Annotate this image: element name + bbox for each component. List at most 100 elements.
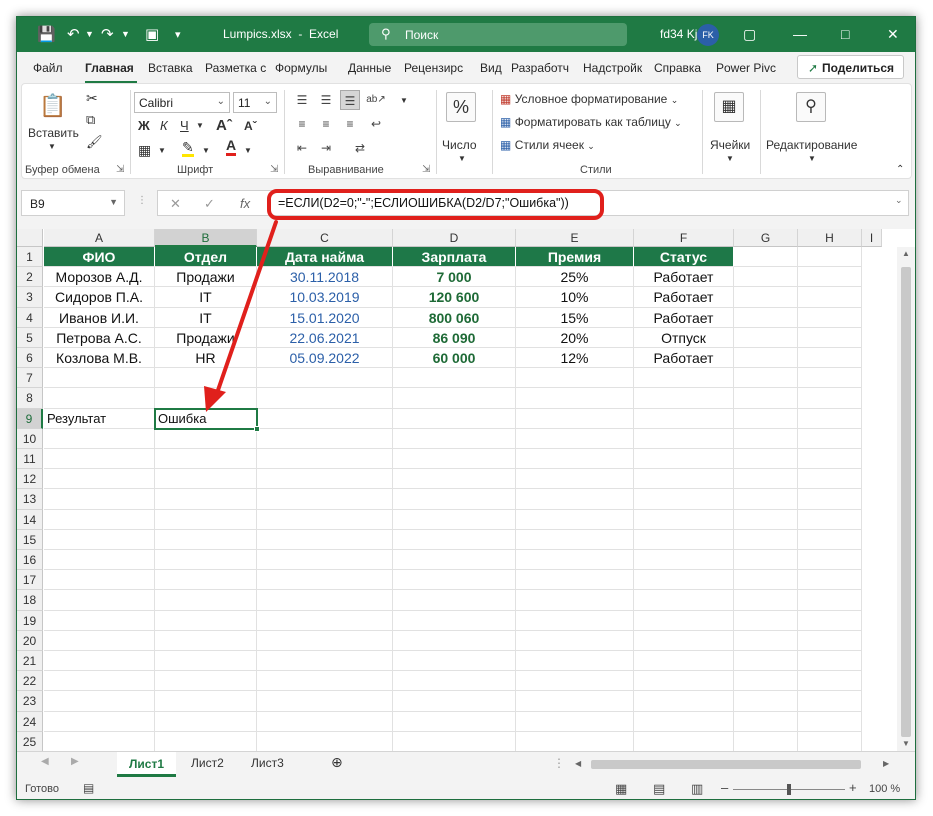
cell-d9[interactable] xyxy=(393,408,516,429)
sheet-tab-3[interactable]: Лист3 xyxy=(251,756,284,770)
cell-h12[interactable] xyxy=(798,469,862,490)
cell-h10[interactable] xyxy=(798,428,862,449)
cell-a10[interactable] xyxy=(44,428,155,449)
cell-f15[interactable] xyxy=(634,529,734,550)
row-header-8[interactable]: 8 xyxy=(17,388,43,409)
cell-h15[interactable] xyxy=(798,529,862,550)
cell-a5[interactable]: Петрова А.С. xyxy=(44,327,155,348)
cell-c12[interactable] xyxy=(257,469,393,490)
scroll-down-icon[interactable]: ▼ xyxy=(902,739,910,748)
cell-f4[interactable]: Работает xyxy=(634,307,734,328)
row-header-9[interactable]: 9 xyxy=(17,408,43,429)
cell-c19[interactable] xyxy=(257,610,393,631)
cell-h9[interactable] xyxy=(798,408,862,429)
cell-c9[interactable] xyxy=(257,408,393,429)
page-layout-view-icon[interactable]: ▤ xyxy=(653,781,665,797)
cell-e25[interactable] xyxy=(516,731,634,752)
cell-a2[interactable]: Морозов А.Д. xyxy=(44,267,155,288)
tab-power-pivot[interactable]: Power Pivc xyxy=(716,61,776,75)
scroll-right-icon[interactable]: ▶ xyxy=(883,759,889,768)
cell-a14[interactable] xyxy=(44,509,155,530)
cell-g24[interactable] xyxy=(734,711,798,732)
cell-h17[interactable] xyxy=(798,570,862,591)
cell-c4[interactable]: 15.01.2020 xyxy=(257,307,393,328)
cell-b11[interactable] xyxy=(155,449,257,470)
cell-d20[interactable] xyxy=(393,630,516,651)
minimize-icon[interactable]: — xyxy=(793,26,807,42)
cell-g5[interactable] xyxy=(734,327,798,348)
cell-b8[interactable] xyxy=(155,388,257,409)
tab-review[interactable]: Рецензирс xyxy=(404,61,463,75)
cell-styles-button[interactable]: ▦ Стили ячеек ⌄ xyxy=(500,138,595,152)
prev-sheet-icon[interactable]: ◀ xyxy=(41,756,49,767)
cell-b13[interactable] xyxy=(155,489,257,510)
search-box[interactable]: ⚲ Поиск xyxy=(369,23,627,46)
row-header-25[interactable]: 25 xyxy=(17,731,43,752)
cell-d24[interactable] xyxy=(393,711,516,732)
cell-f2[interactable]: Работает xyxy=(634,267,734,288)
cells-button[interactable]: Ячейки xyxy=(710,138,750,152)
align-center-icon[interactable]: ≡ xyxy=(316,114,336,134)
cell-d21[interactable] xyxy=(393,651,516,672)
cell-h3[interactable] xyxy=(798,287,862,308)
align-top-icon[interactable]: ☰ xyxy=(292,90,312,110)
cell-c24[interactable] xyxy=(257,711,393,732)
cell-f12[interactable] xyxy=(634,469,734,490)
cell-b2[interactable]: Продажи xyxy=(155,267,257,288)
cell-e18[interactable] xyxy=(516,590,634,611)
decrease-indent-icon[interactable]: ⇤ xyxy=(292,138,312,158)
cell-e14[interactable] xyxy=(516,509,634,530)
cancel-icon[interactable]: ✕ xyxy=(170,196,181,212)
cell-h11[interactable] xyxy=(798,449,862,470)
cell-b7[interactable] xyxy=(155,368,257,389)
increase-indent-icon[interactable]: ⇥ xyxy=(316,138,336,158)
more-sheets-icon[interactable]: ⋮ xyxy=(553,756,565,770)
cell-e1[interactable]: Премия xyxy=(516,247,634,268)
cell-g7[interactable] xyxy=(734,368,798,389)
cell-h2[interactable] xyxy=(798,267,862,288)
insert-function-icon[interactable]: fx xyxy=(240,196,250,211)
tab-help[interactable]: Справка xyxy=(654,61,701,75)
cell-d23[interactable] xyxy=(393,691,516,712)
font-name-dropdown[interactable]: Calibri ⌄ xyxy=(134,92,230,113)
tab-developer[interactable]: Разработч xyxy=(511,61,569,75)
cell-d17[interactable] xyxy=(393,570,516,591)
cell-d12[interactable] xyxy=(393,469,516,490)
cell-e16[interactable] xyxy=(516,550,634,571)
avatar[interactable]: FK xyxy=(697,24,719,46)
cell-a3[interactable]: Сидоров П.А. xyxy=(44,287,155,308)
redo-icon[interactable]: ↷ xyxy=(101,25,114,43)
column-header-i[interactable]: I xyxy=(862,229,882,247)
cell-a13[interactable] xyxy=(44,489,155,510)
vertical-scrollbar[interactable]: ▲ ▼ xyxy=(897,247,915,751)
cell-g19[interactable] xyxy=(734,610,798,631)
cell-c7[interactable] xyxy=(257,368,393,389)
cell-g4[interactable] xyxy=(734,307,798,328)
close-icon[interactable]: ✕ xyxy=(887,26,899,43)
cells-dropdown-icon[interactable]: ▼ xyxy=(726,154,734,163)
increase-font-icon[interactable]: Aˆ xyxy=(216,117,232,134)
zoom-level[interactable]: 100 % xyxy=(869,783,900,795)
cell-b22[interactable] xyxy=(155,671,257,692)
cell-d13[interactable] xyxy=(393,489,516,510)
cell-a12[interactable] xyxy=(44,469,155,490)
tab-file[interactable]: Файл xyxy=(33,61,63,75)
cell-f5[interactable]: Отпуск xyxy=(634,327,734,348)
row-header-2[interactable]: 2 xyxy=(17,267,43,288)
underline-dropdown-icon[interactable]: ▼ xyxy=(196,121,204,130)
row-header-21[interactable]: 21 xyxy=(17,651,43,672)
name-box[interactable]: B9 ▼ xyxy=(21,190,125,216)
cell-e15[interactable] xyxy=(516,529,634,550)
add-sheet-icon[interactable]: ⊕ xyxy=(331,754,343,771)
italic-button[interactable]: К xyxy=(160,118,168,133)
row-header-4[interactable]: 4 xyxy=(17,307,43,328)
cell-f6[interactable]: Работает xyxy=(634,348,734,369)
cell-b14[interactable] xyxy=(155,509,257,530)
number-button[interactable]: Число xyxy=(442,138,477,152)
cell-c14[interactable] xyxy=(257,509,393,530)
save-icon[interactable]: 💾 xyxy=(37,25,56,43)
cell-g16[interactable] xyxy=(734,550,798,571)
cells-icon[interactable]: ▦ xyxy=(714,92,744,122)
cell-d7[interactable] xyxy=(393,368,516,389)
cell-b3[interactable]: IT xyxy=(155,287,257,308)
